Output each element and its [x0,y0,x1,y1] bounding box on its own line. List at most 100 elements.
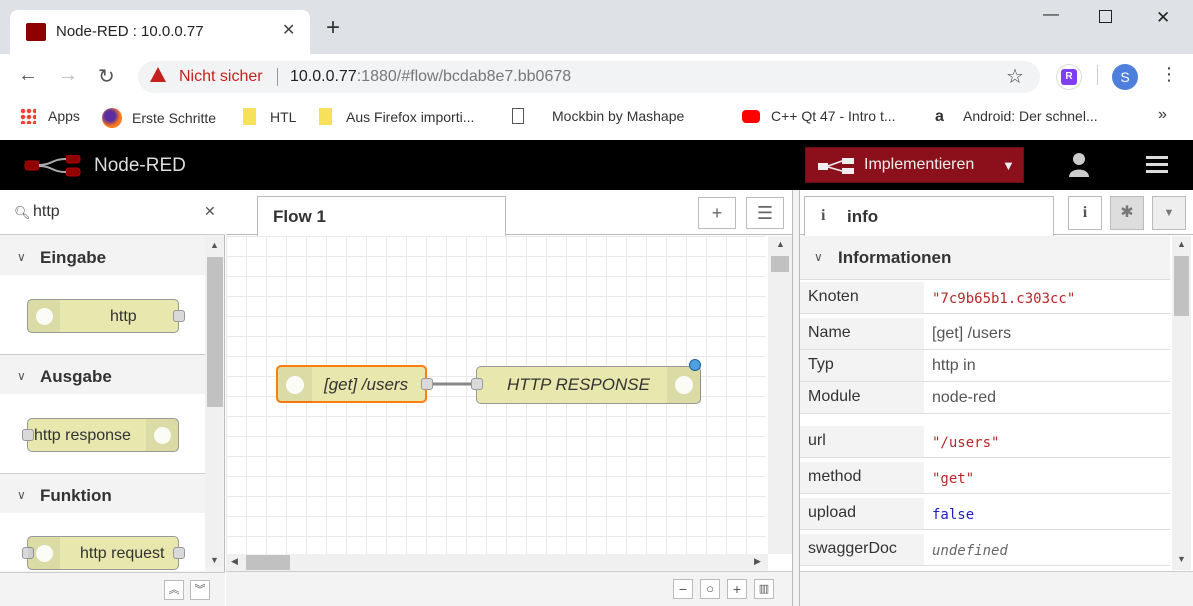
info-row-typ: Typ http in [800,350,1170,382]
main-menu-icon[interactable] [1146,156,1168,174]
browser-menu-icon[interactable]: ⋮ [1160,64,1178,85]
window-close-icon[interactable]: ✕ [1156,8,1170,28]
expand-all-icon[interactable]: ︾ [190,580,210,600]
scroll-left-icon[interactable]: ◀ [231,556,238,567]
sidebar-separator[interactable] [792,190,800,606]
bookmark-htl[interactable]: HTL [243,108,296,125]
url-text[interactable]: 10.0.0.77:1880/#flow/bcdab8e7.bb0678 [290,68,571,86]
bookmark-mockbin[interactable]: Mockbin by Mashape [512,108,684,124]
firefox-icon [102,108,122,128]
folder-icon [243,108,256,125]
navigator-map-icon[interactable]: ▥ [754,579,774,599]
info-row-url: url "/users" [800,426,1170,458]
palette-node-http-response[interactable]: http response [22,418,179,452]
zoom-reset-icon[interactable]: ○ [700,579,720,599]
node-red-header: Node-RED Implementieren ▼ [0,140,1193,190]
forward-arrow-icon[interactable]: → [58,64,78,87]
palette-scrollbar[interactable]: ▲ ▼ [205,237,223,567]
category-eingabe-body: http [0,275,205,355]
bookmark-apps[interactable]: Apps [20,108,80,124]
browser-toolbar: ← → ↻ Nicht sicher 10.0.0.77:1880/#flow/… [0,54,1193,100]
bookmark-youtube[interactable]: C++ Qt 47 - Intro t... [742,108,896,124]
output-port[interactable] [421,378,433,390]
scroll-up-icon[interactable]: ▲ [776,239,785,249]
reload-icon[interactable]: ↻ [98,64,115,89]
info-section-title: Informationen [838,248,952,267]
address-bar[interactable]: Nicht sicher 10.0.0.77:1880/#flow/bcdab8… [138,61,1040,93]
palette-node-http-request[interactable]: http request [22,536,185,570]
category-ausgabe[interactable]: ∨ Ausgabe [0,358,205,394]
node-icon-box [667,367,701,403]
flow-node-http-in[interactable]: [get] /users [276,365,433,403]
info-row-upload: upload false [800,498,1170,530]
add-flow-icon[interactable]: + [698,197,736,229]
browser-tabstrip: Node-RED : 10.0.0.77 ✕ + — ✕ [0,0,1193,54]
info-value: [get] /users [932,325,1012,342]
info-value: false [932,507,975,523]
scrollbar-thumb[interactable] [246,555,290,570]
zoom-out-icon[interactable]: − [673,579,693,599]
palette-node-http[interactable]: http [27,299,185,333]
user-icon[interactable] [1068,152,1090,178]
scrollbar-thumb[interactable] [771,256,789,272]
flow-node-http-response[interactable]: HTTP RESPONSE [471,359,701,404]
bookmark-label: Erste Schritte [132,110,217,126]
back-arrow-icon[interactable]: ← [18,64,38,87]
category-eingabe[interactable]: ∨ Eingabe [0,239,205,275]
new-tab-button[interactable]: + [326,16,340,40]
sidebar-dropdown-icon[interactable]: ▼ [1152,196,1186,230]
canvas-vertical-scrollbar[interactable]: ▲ [768,236,792,554]
collapse-all-icon[interactable]: ︽ [164,580,184,600]
bookmark-star-icon[interactable]: ☆ [1006,64,1024,89]
bookmark-erste-schritte[interactable]: Erste Schritte [102,108,216,128]
palette-search-value[interactable]: http [33,203,60,221]
scrollbar-thumb[interactable] [1174,256,1189,316]
info-section-header[interactable]: ∨ Informationen [800,236,1170,280]
scroll-down-icon[interactable]: ▼ [210,555,219,565]
debug-bug-icon[interactable]: ✱ [1110,196,1144,230]
bookmark-amazon[interactable]: a Android: Der schnel... [935,108,1098,125]
security-label[interactable]: Nicht sicher [179,68,263,86]
info-value: "7c9b65b1.c303cc" [932,291,1076,307]
folder-icon [319,108,332,125]
scrollbar-thumb[interactable] [207,257,223,407]
info-icon: i [821,207,826,224]
flow-list-icon[interactable]: ☰ [746,197,784,229]
deploy-dropdown-caret-icon[interactable]: ▼ [1002,158,1015,173]
deploy-button[interactable]: Implementieren ▼ [805,147,1024,183]
scroll-down-icon[interactable]: ▼ [1177,554,1186,564]
sidebar-scrollbar[interactable]: ▲ ▼ [1172,236,1191,570]
bookmark-label: Mockbin by Mashape [552,108,685,124]
info-value: "/users" [932,435,1000,451]
palette-search-input[interactable]: 🔍︎ http ✕ [0,190,225,235]
category-label: Ausgabe [40,367,112,386]
apps-grid-icon [20,108,36,124]
bookmark-firefox-import[interactable]: Aus Firefox importi... [319,108,474,125]
tab-info[interactable]: i info [804,196,1054,236]
category-funktion[interactable]: ∨ Funktion [0,477,205,513]
deploy-icon [818,158,854,174]
tab-flow-1[interactable]: Flow 1 [257,196,506,236]
workspace-tabs: Flow 1 + ☰ [226,190,792,236]
canvas-horizontal-scrollbar[interactable]: ◀ ▶ [226,554,768,571]
zoom-in-icon[interactable]: + [727,579,747,599]
node-icon-box [146,419,178,451]
maximize-icon[interactable] [1099,10,1112,23]
extension-icon[interactable]: R [1056,64,1082,90]
input-port[interactable] [471,378,483,390]
browser-tab[interactable]: Node-RED : 10.0.0.77 ✕ [10,10,310,54]
page-icon [512,108,524,124]
scroll-right-icon[interactable]: ▶ [754,556,761,567]
info-tab-button-icon[interactable]: i [1068,196,1102,230]
globe-icon [154,427,171,444]
profile-avatar[interactable]: S [1112,64,1138,90]
scroll-up-icon[interactable]: ▲ [1177,239,1186,249]
bookmarks-overflow[interactable]: » [1158,106,1167,124]
flow-canvas[interactable]: [get] /users HTTP RESPONSE [226,236,766,554]
tab-close-icon[interactable]: ✕ [282,20,295,40]
minimize-icon[interactable]: — [1043,6,1059,24]
palette-node-label: http response [34,427,131,444]
clear-search-icon[interactable]: ✕ [204,203,216,220]
node-red-favicon-icon [26,23,46,41]
scroll-up-icon[interactable]: ▲ [210,240,219,250]
